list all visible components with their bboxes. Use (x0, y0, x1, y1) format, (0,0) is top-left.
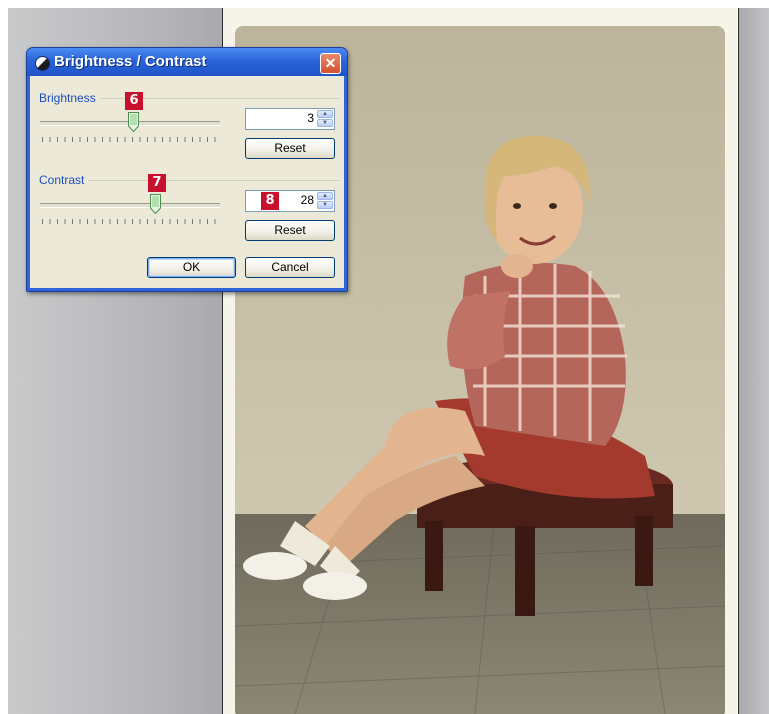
dialog-body: Brightness 6 3 ▲ ▼ Reset Contrast 7 8 28 (30, 76, 344, 288)
spin-up-icon[interactable]: ▲ (317, 192, 333, 200)
contrast-value-field[interactable]: 8 28 ▲ ▼ (245, 190, 335, 212)
brightness-contrast-dialog: Brightness / Contrast ✕ Brightness 6 3 ▲… (26, 47, 348, 292)
brightness-label: Brightness (39, 91, 100, 105)
dialog-titlebar[interactable]: Brightness / Contrast ✕ (27, 48, 347, 76)
contrast-value: 28 (300, 193, 314, 207)
close-button[interactable]: ✕ (320, 53, 341, 74)
spin-up-icon[interactable]: ▲ (317, 110, 333, 118)
brightness-spinner[interactable]: ▲ ▼ (317, 110, 333, 128)
brightness-value: 3 (307, 111, 314, 125)
brightness-reset-button[interactable]: Reset (245, 138, 335, 159)
spin-down-icon[interactable]: ▼ (317, 201, 333, 209)
callout-marker-6: 6 (125, 92, 143, 110)
contrast-slider-track[interactable] (40, 203, 220, 208)
close-icon: ✕ (324, 55, 337, 71)
brightness-value-field[interactable]: 3 ▲ ▼ (245, 108, 335, 130)
brightness-contrast-icon (35, 56, 50, 71)
contrast-ticks (42, 219, 220, 224)
spin-down-icon[interactable]: ▼ (317, 119, 333, 127)
cancel-button[interactable]: Cancel (245, 257, 335, 278)
brightness-slider-thumb[interactable] (128, 112, 140, 132)
contrast-reset-button[interactable]: Reset (245, 220, 335, 241)
callout-marker-8: 8 (261, 192, 279, 210)
dialog-title: Brightness / Contrast (54, 53, 207, 70)
contrast-spinner[interactable]: ▲ ▼ (317, 192, 333, 210)
right-panel (738, 8, 769, 714)
brightness-ticks (42, 137, 220, 142)
contrast-slider-thumb[interactable] (149, 194, 161, 214)
ok-button[interactable]: OK (147, 257, 236, 278)
callout-marker-7: 7 (148, 174, 166, 192)
contrast-label: Contrast (39, 173, 89, 187)
